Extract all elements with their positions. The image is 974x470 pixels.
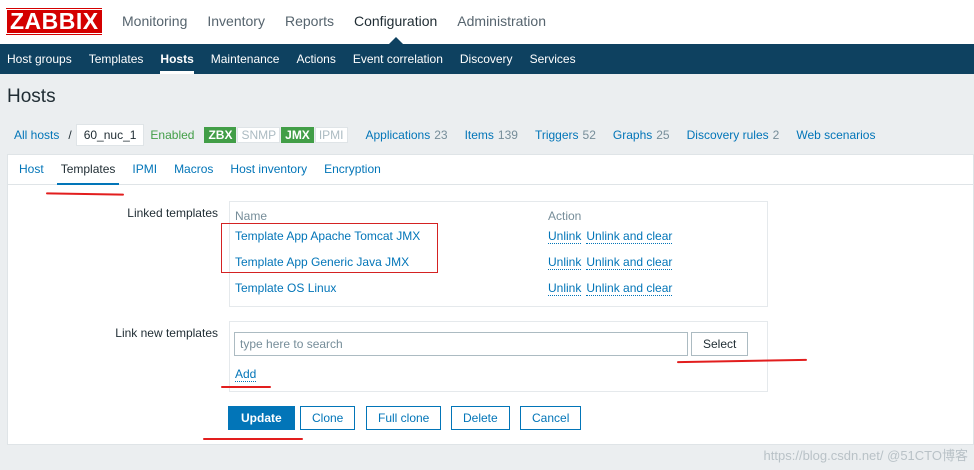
tab-host[interactable]: Host: [12, 155, 51, 184]
sub-menu: Host groups Templates Hosts Maintenance Acti…: [0, 44, 974, 74]
host-link-label[interactable]: Triggers: [535, 128, 579, 142]
tab-ipmi[interactable]: IPMI: [125, 155, 164, 184]
unlink-link[interactable]: Unlink: [548, 255, 582, 270]
annotation-underline-add: [221, 386, 271, 388]
linked-template-name[interactable]: Template OS Linux: [235, 281, 336, 295]
update-button[interactable]: Update: [228, 406, 295, 430]
top-menu-administration[interactable]: Administration: [447, 0, 556, 44]
host-link-label[interactable]: Discovery rules: [687, 128, 769, 142]
badge-snmp: SNMP: [237, 127, 281, 143]
host-link-count: 52: [582, 128, 596, 142]
sub-menu-event-correlation[interactable]: Event correlation: [346, 44, 450, 74]
tab-host-inventory[interactable]: Host inventory: [223, 155, 314, 184]
sub-menu-actions[interactable]: Actions: [289, 44, 342, 74]
host-link-applications[interactable]: Applications 23: [366, 128, 448, 142]
link-new-templates-box: Select Add: [229, 321, 768, 392]
top-menu-monitoring[interactable]: Monitoring: [112, 0, 197, 44]
sub-menu-templates[interactable]: Templates: [82, 44, 151, 74]
host-link-web-scenarios[interactable]: Web scenarios: [796, 128, 875, 142]
badge-zbx: ZBX: [204, 127, 237, 143]
logo-text: ZABBIX: [6, 9, 103, 34]
unlink-and-clear-link[interactable]: Unlink and clear: [586, 229, 673, 244]
host-form-panel: Host Templates IPMI Macros Host inventory Enc…: [7, 154, 974, 445]
top-menu-inventory[interactable]: Inventory: [197, 0, 275, 44]
tab-templates[interactable]: Templates: [54, 155, 123, 185]
add-template-link[interactable]: Add: [235, 367, 257, 382]
select-template-button[interactable]: Select: [691, 332, 749, 356]
availability-badges: ZBX SNMP JMX IPMI: [204, 127, 348, 143]
top-menu: Monitoring Inventory Reports Configuration A…: [112, 0, 556, 44]
top-bar: ZABBIX Monitoring Inventory Reports Configu…: [0, 0, 974, 44]
top-menu-configuration[interactable]: Configuration: [344, 0, 447, 44]
top-menu-reports[interactable]: Reports: [275, 0, 344, 44]
breadcrumb-separator: /: [68, 128, 72, 142]
host-navigation: All hosts / 60_nuc_1 Enabled ZBX SNMP JMX I…: [7, 124, 875, 146]
badge-ipmi: IPMI: [314, 127, 348, 143]
host-link-count: 23: [434, 128, 448, 142]
host-link-label[interactable]: Applications: [366, 128, 431, 142]
annotation-underline-update: [203, 438, 303, 440]
template-search-input[interactable]: [234, 332, 688, 356]
full-clone-button[interactable]: Full clone: [366, 406, 442, 430]
host-link-items[interactable]: Items 139: [465, 128, 518, 142]
unlink-link[interactable]: Unlink: [548, 229, 582, 244]
col-header-action: Action: [548, 209, 582, 223]
sub-menu-discovery[interactable]: Discovery: [453, 44, 520, 74]
host-link-count: 25: [656, 128, 670, 142]
linked-template-actions: Unlink Unlink and clear: [548, 255, 677, 270]
host-form-tabs: Host Templates IPMI Macros Host inventory Enc…: [8, 155, 973, 185]
host-stats-links: Applications 23 Items 139 Triggers 52 Graphs 25…: [349, 128, 876, 142]
page-title: Hosts: [7, 86, 56, 107]
current-host-name[interactable]: 60_nuc_1: [75, 124, 145, 146]
cancel-button[interactable]: Cancel: [520, 406, 582, 430]
unlink-and-clear-link[interactable]: Unlink and clear: [586, 281, 673, 296]
host-link-discovery-rules[interactable]: Discovery rules 2: [687, 128, 780, 142]
zabbix-logo[interactable]: ZABBIX: [6, 8, 103, 35]
link-new-templates-label: Link new templates: [115, 326, 218, 340]
host-link-label[interactable]: Items: [465, 128, 494, 142]
host-link-graphs[interactable]: Graphs 25: [613, 128, 670, 142]
host-status-enabled[interactable]: Enabled: [150, 128, 194, 142]
linked-templates-label: Linked templates: [127, 206, 218, 220]
host-link-count: 2: [772, 128, 780, 142]
linked-template-actions: Unlink Unlink and clear: [548, 281, 677, 296]
badge-jmx: JMX: [281, 127, 314, 143]
sub-menu-hosts[interactable]: Hosts: [153, 44, 200, 74]
unlink-and-clear-link[interactable]: Unlink and clear: [586, 255, 673, 270]
all-hosts-link[interactable]: All hosts: [7, 128, 66, 142]
unlink-link[interactable]: Unlink: [548, 281, 582, 296]
watermark: https://blog.csdn.net/ @51CTO博客: [763, 448, 968, 463]
host-link-triggers[interactable]: Triggers 52: [535, 128, 596, 142]
host-link-label[interactable]: Web scenarios: [796, 128, 875, 142]
delete-button[interactable]: Delete: [451, 406, 510, 430]
sub-menu-services[interactable]: Services: [523, 44, 583, 74]
sub-menu-maintenance[interactable]: Maintenance: [204, 44, 287, 74]
sub-menu-host-groups[interactable]: Host groups: [0, 44, 79, 74]
clone-button[interactable]: Clone: [300, 406, 356, 430]
tab-encryption[interactable]: Encryption: [317, 155, 388, 184]
linked-template-actions: Unlink Unlink and clear: [548, 229, 677, 244]
tab-macros[interactable]: Macros: [167, 155, 220, 184]
host-link-label[interactable]: Graphs: [613, 128, 652, 142]
col-header-name: Name: [235, 209, 268, 223]
host-link-count: 139: [497, 128, 518, 142]
annotation-box: [221, 223, 438, 273]
